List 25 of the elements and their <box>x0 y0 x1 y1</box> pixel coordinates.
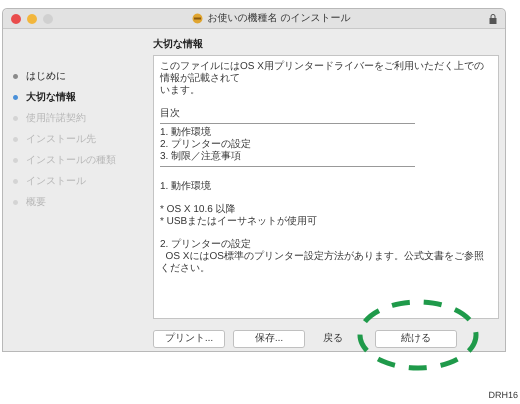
info-text: います。 <box>160 85 201 97</box>
info-text: OS XにはOS標準のプリンター設定方法があります。公式文書をご参照 <box>164 251 485 263</box>
info-text: このファイルにはOS X用プリンタードライバーをご利用いただく上での <box>160 61 485 72</box>
package-icon <box>192 13 203 24</box>
footer-button[interactable]: プリント... <box>153 330 225 348</box>
footer-button[interactable]: 保存... <box>233 330 305 348</box>
footer-button[interactable]: 戻る <box>313 330 353 348</box>
footer-button[interactable]: 続ける <box>375 330 457 348</box>
step-item: 大切な情報 <box>13 90 153 105</box>
info-text: 2. プリンターの設定 <box>160 139 252 150</box>
info-text: 1. 動作環境 <box>160 127 212 138</box>
info-text: ください。 <box>160 263 211 275</box>
info-text: 情報が記載されて <box>160 73 241 85</box>
info-text: 1. 動作環境 <box>160 181 212 193</box>
figure-code: DRH16 <box>488 388 518 402</box>
info-text: 目次 <box>160 108 181 120</box>
info-text: * USBまたはイーサネットが使用可 <box>160 216 318 228</box>
content-heading: 大切な情報 <box>153 38 204 52</box>
close-icon[interactable] <box>11 14 21 24</box>
info-text: * OS X 10.6 以降 <box>160 204 237 216</box>
step-item: はじめに <box>13 69 153 84</box>
window-title: お使いの機種名 のインストール <box>208 12 350 26</box>
info-text: 3. 制限／注意事項 <box>160 151 242 163</box>
info-text: 2. プリンターの設定 <box>160 239 252 250</box>
lock-icon[interactable] <box>489 14 497 24</box>
